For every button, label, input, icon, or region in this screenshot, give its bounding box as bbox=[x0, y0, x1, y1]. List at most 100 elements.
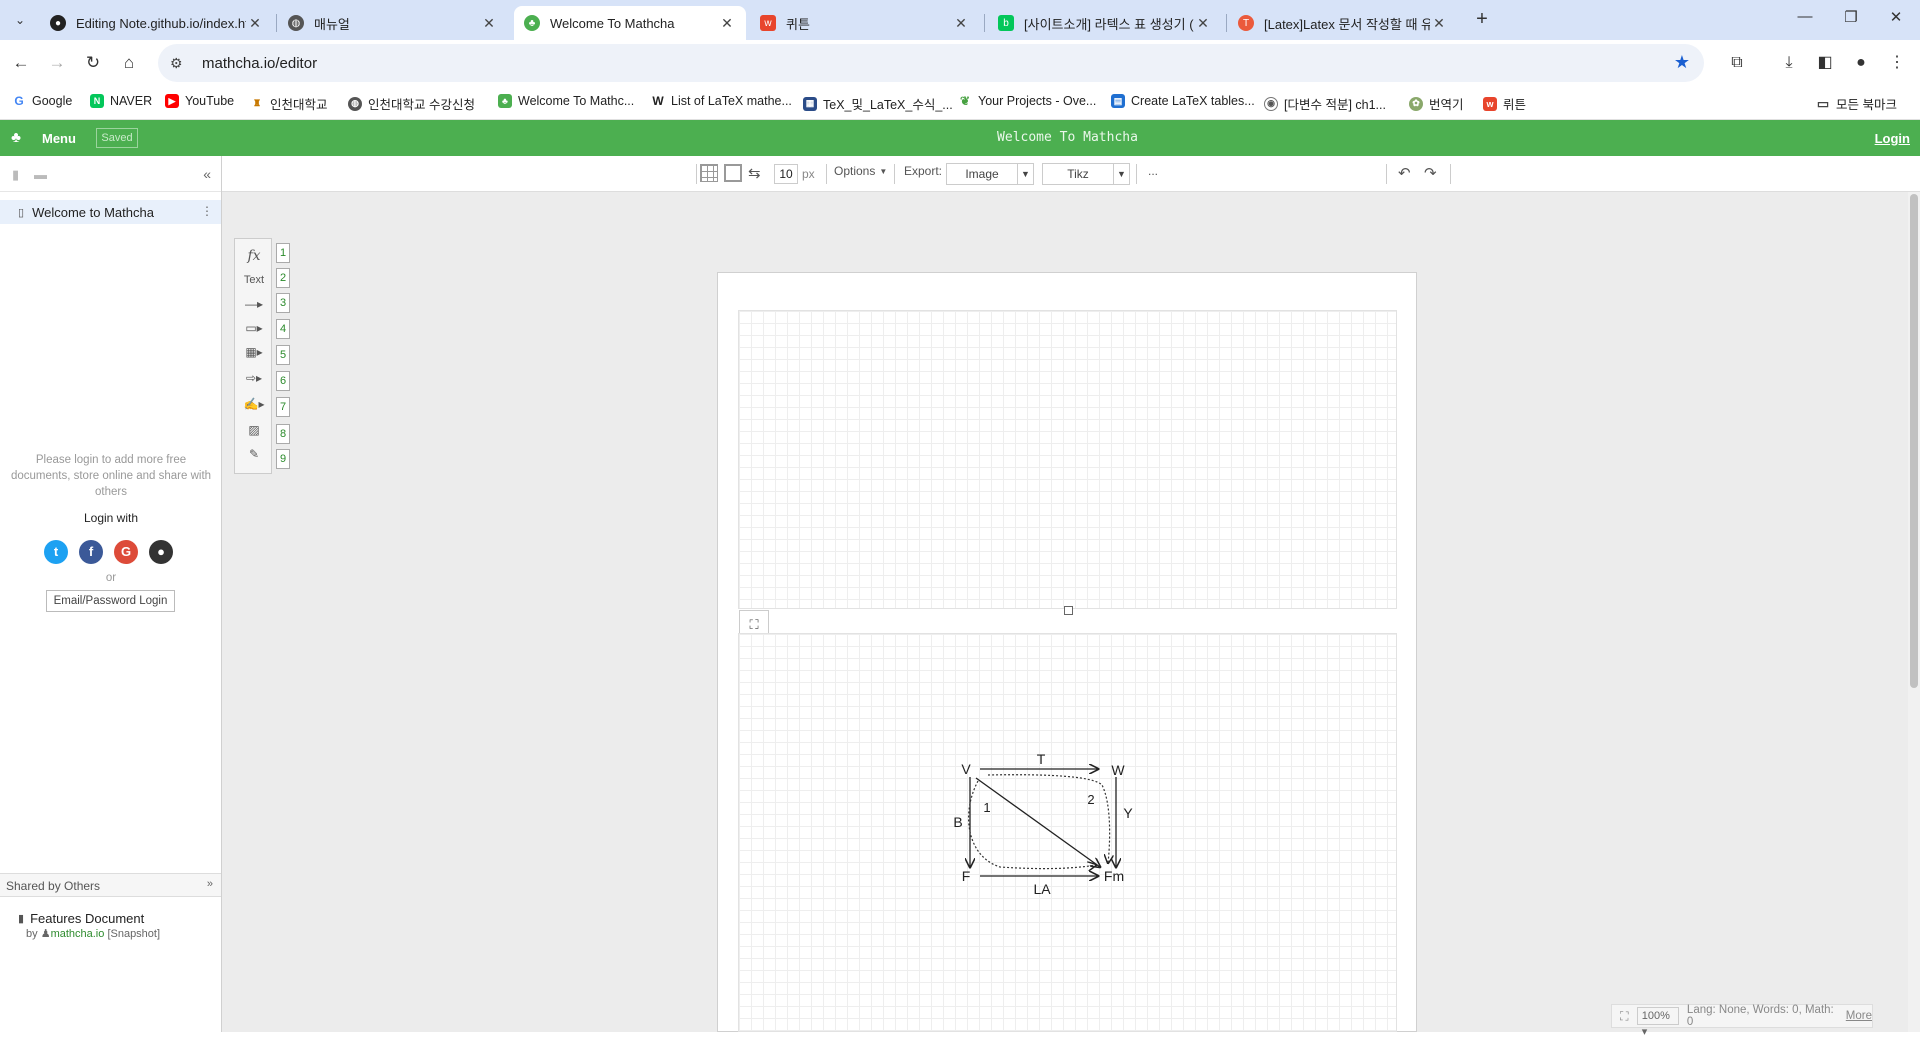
scrollbar-thumb[interactable] bbox=[1910, 194, 1918, 688]
close-tab-icon[interactable]: ✕ bbox=[718, 15, 736, 32]
arrow-diagonal bbox=[975, 777, 1100, 867]
extensions-icon[interactable]: ⧉ bbox=[1724, 50, 1750, 76]
tab-latex-table[interactable]: b [사이트소개] 라텍스 표 생성기 ( ✕ bbox=[988, 6, 1222, 40]
redo-icon[interactable]: ↷ bbox=[1424, 164, 1437, 182]
bookmark-youtube[interactable]: ▶ YouTube bbox=[165, 94, 234, 108]
facebook-icon[interactable]: f bbox=[79, 540, 103, 564]
document-sidebar: ▮ ▬ « ▯ Welcome to Mathcha ⋮ Please logi… bbox=[0, 156, 222, 1032]
document-title[interactable]: Welcome To Mathcha bbox=[0, 130, 1920, 145]
tistory-icon: T bbox=[1238, 15, 1254, 31]
browser-toolbar: ← → ↻ ⌂ ⚙ mathcha.io/editor ★ ⧉ ⤓ ◧ ● ⋮ bbox=[0, 40, 1920, 86]
commutative-diagram[interactable]: V W F Fm T B Y LA 1 2 bbox=[940, 745, 1140, 905]
email-login-button[interactable]: Email/Password Login bbox=[46, 590, 175, 612]
address-bar[interactable]: ⚙ mathcha.io/editor ★ bbox=[158, 44, 1704, 82]
cell-label: 1 bbox=[983, 800, 990, 815]
line-tool-icon[interactable]: —▸ bbox=[239, 293, 269, 315]
tab-github[interactable]: ● Editing Note.github.io/index.ht ✕ bbox=[40, 6, 274, 40]
naver-icon: N bbox=[90, 94, 104, 108]
close-tab-icon[interactable]: ✕ bbox=[952, 15, 970, 32]
author-link[interactable]: mathcha.io bbox=[51, 928, 105, 940]
image-tool-icon[interactable]: ▨ bbox=[239, 419, 269, 441]
bookmark-naver[interactable]: N NAVER bbox=[90, 94, 152, 108]
bookmark-overleaf[interactable]: ❦ Your Projects - Ove... bbox=[958, 94, 1096, 108]
all-bookmarks[interactable]: ▭ 모든 북마크 bbox=[1816, 94, 1897, 113]
bookmark-wrtn[interactable]: w 뤼튼 bbox=[1483, 94, 1526, 113]
more-link[interactable]: More bbox=[1846, 1010, 1872, 1022]
fullscreen-icon[interactable]: ⛶ bbox=[1612, 1009, 1637, 1024]
more-tools-button[interactable]: ... bbox=[1148, 164, 1158, 178]
document-stats: Lang: None, Words: 0, Math: 0 bbox=[1686, 1004, 1834, 1028]
zoom-select[interactable]: 100% ▾ bbox=[1636, 1007, 1679, 1038]
close-tab-icon[interactable]: ✕ bbox=[246, 15, 264, 32]
collapse-sidebar-icon[interactable]: « bbox=[203, 166, 211, 182]
url-text[interactable]: mathcha.io/editor bbox=[202, 55, 317, 72]
export-format-select[interactable]: Image ▼ bbox=[946, 163, 1034, 185]
bookmark-google[interactable]: G Google bbox=[12, 94, 72, 108]
rectangle-tool-icon[interactable]: ▭▸ bbox=[239, 317, 269, 339]
bookmark-latex-list[interactable]: W List of LaTeX mathe... bbox=[651, 94, 792, 108]
tab-mathcha[interactable]: ♣ Welcome To Mathcha ✕ bbox=[514, 6, 746, 40]
bookmark-mathcha[interactable]: ♣ Welcome To Mathc... bbox=[498, 94, 634, 108]
new-tab-button[interactable]: + bbox=[1470, 8, 1494, 32]
options-dropdown[interactable]: Options ▼ bbox=[834, 164, 887, 178]
folder-icon: ▭ bbox=[1816, 95, 1830, 111]
drawing-area-1[interactable] bbox=[738, 310, 1397, 609]
close-tab-icon[interactable]: ✕ bbox=[480, 15, 498, 32]
tab-manual[interactable]: ◍ 매뉴얼 ✕ bbox=[278, 6, 508, 40]
arrow-label: T bbox=[1037, 751, 1046, 767]
pencil-tool-icon[interactable]: ✎ bbox=[239, 443, 269, 465]
math-tool[interactable]: fx bbox=[239, 245, 269, 267]
bookmark-multivariable[interactable]: ◉ [다변수 적분] ch1... bbox=[1264, 94, 1386, 113]
site-info-icon[interactable]: ⚙ bbox=[170, 55, 188, 72]
forward-arrow-icon[interactable]: → bbox=[44, 50, 70, 76]
shared-document-item[interactable]: ▮ Features Document bbox=[18, 911, 144, 926]
chevron-down-icon[interactable]: » bbox=[207, 878, 213, 890]
undo-icon[interactable]: ↶ bbox=[1398, 164, 1411, 182]
github-icon[interactable]: ● bbox=[149, 540, 173, 564]
profile-avatar-icon[interactable]: ● bbox=[1848, 50, 1874, 76]
resize-handle[interactable] bbox=[1064, 606, 1073, 615]
google-icon[interactable]: G bbox=[114, 540, 138, 564]
twitter-icon[interactable]: t bbox=[44, 540, 68, 564]
window-close-icon[interactable]: ✕ bbox=[1876, 8, 1916, 32]
grid-size-input[interactable]: 10 bbox=[774, 164, 798, 184]
vertical-scrollbar[interactable] bbox=[1908, 192, 1920, 1032]
shortcut-badge: 4 bbox=[276, 319, 290, 339]
bookmark-tex[interactable]: ▦ TeX_및_LaTeX_수식_... bbox=[803, 94, 953, 113]
table-tool-icon[interactable]: ▦▸ bbox=[239, 341, 269, 363]
back-arrow-icon[interactable]: ← bbox=[8, 50, 34, 76]
tab-search-dropdown-icon[interactable]: ⌄ bbox=[8, 8, 32, 32]
side-panel-icon[interactable]: ◧ bbox=[1812, 50, 1838, 76]
reload-icon[interactable]: ↻ bbox=[80, 50, 106, 76]
grid-toggle-icon[interactable] bbox=[700, 164, 718, 182]
new-document-icon[interactable]: ▮ bbox=[12, 167, 19, 183]
mathcha-icon: ♣ bbox=[524, 15, 540, 31]
download-icon[interactable]: ⤓ bbox=[1776, 50, 1802, 76]
tab-wrtn[interactable]: w 퀴튼 ✕ bbox=[750, 6, 980, 40]
tab-latex-doc[interactable]: T [Latex]Latex 문서 작성할 때 유 ✕ bbox=[1228, 6, 1458, 40]
more-options-icon[interactable]: ⋮ bbox=[201, 204, 213, 218]
close-tab-icon[interactable]: ✕ bbox=[1430, 15, 1448, 32]
wikipedia-icon: W bbox=[651, 94, 665, 108]
minimize-icon[interactable]: — bbox=[1785, 8, 1825, 32]
new-folder-icon[interactable]: ▬ bbox=[34, 167, 47, 182]
document-item-welcome[interactable]: ▯ Welcome to Mathcha ⋮ bbox=[0, 200, 221, 224]
home-icon[interactable]: ⌂ bbox=[116, 50, 142, 76]
browser-menu-icon[interactable]: ⋮ bbox=[1884, 50, 1910, 76]
login-link[interactable]: Login bbox=[1875, 131, 1910, 146]
close-tab-icon[interactable]: ✕ bbox=[1194, 15, 1212, 32]
export-target-select[interactable]: Tikz ▼ bbox=[1042, 163, 1130, 185]
editor-toolbar: ⇆ 10 px Options ▼ Export: Image ▼ Tikz ▼ ..… bbox=[222, 156, 1920, 192]
pen-tool-icon[interactable]: ✍▸ bbox=[239, 393, 269, 415]
snap-grid-icon[interactable] bbox=[724, 164, 742, 182]
bookmark-latex-tables[interactable]: ▤ Create LaTeX tables... bbox=[1111, 94, 1255, 108]
bookmark-star-icon[interactable]: ★ bbox=[1674, 52, 1690, 73]
text-tool[interactable]: Text bbox=[239, 269, 269, 291]
restore-icon[interactable]: ❐ bbox=[1831, 8, 1871, 32]
bookmark-translator[interactable]: ✿ 번역기 bbox=[1409, 94, 1464, 113]
shared-by-others-header[interactable]: Shared by Others » bbox=[0, 873, 221, 897]
bookmark-inu-register[interactable]: ◍ 인천대학교 수강신청 bbox=[348, 94, 475, 113]
bookmark-inu[interactable]: ♜ 인천대학교 bbox=[250, 94, 328, 113]
arrow-shape-tool-icon[interactable]: ⇨▸ bbox=[239, 367, 269, 389]
resize-grid-icon[interactable]: ⇆ bbox=[748, 164, 761, 182]
